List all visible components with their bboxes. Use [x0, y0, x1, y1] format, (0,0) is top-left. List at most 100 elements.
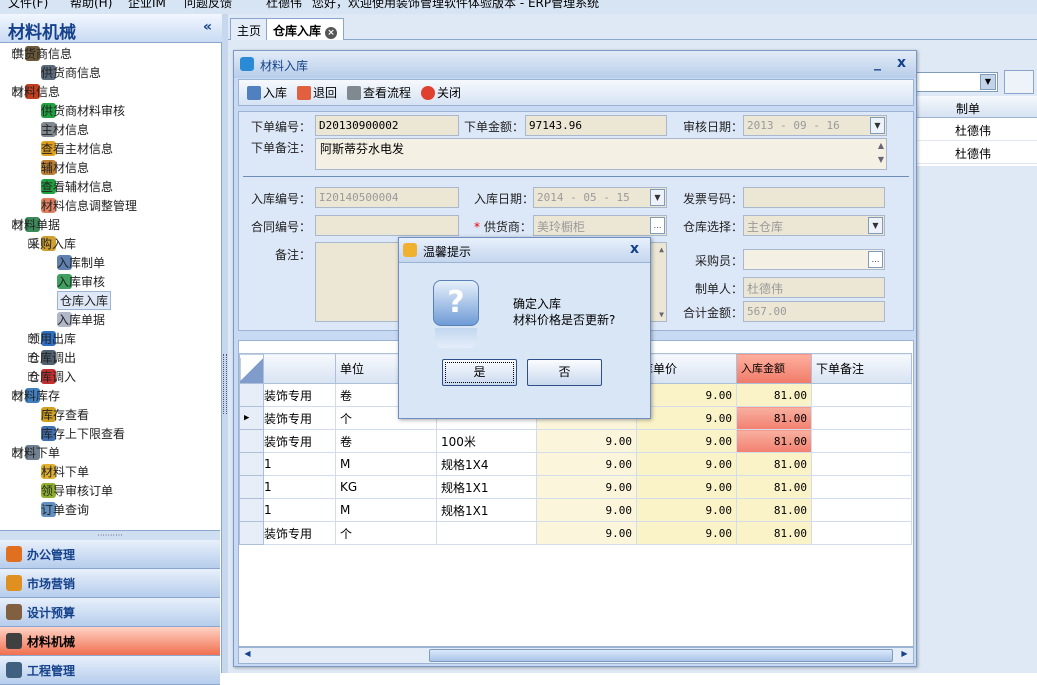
col-in-price[interactable]: 库单价	[636, 353, 737, 384]
tree-item[interactable]: − 材料下单	[12, 443, 60, 462]
invoice-field[interactable]	[743, 187, 885, 208]
tab-warehouse-in[interactable]: 仓库入库 ×	[266, 18, 345, 40]
tree-item[interactable]: 供货商材料审核	[41, 101, 125, 120]
cell-price[interactable]: 9.00	[536, 475, 637, 499]
col-in-amount[interactable]: 入库金额	[736, 353, 812, 384]
tree-item[interactable]: + 领用出库	[28, 329, 76, 348]
creator-field[interactable]: 杜德伟	[743, 277, 885, 298]
cell-spec[interactable]: 规格1X1	[436, 498, 537, 522]
cell-in-price[interactable]: 9.00	[636, 521, 737, 545]
cell-in-price[interactable]: 9.00	[636, 406, 737, 430]
cell-in-price[interactable]: 9.00	[636, 452, 737, 476]
ellipsis-icon[interactable]: …	[868, 251, 883, 268]
tree-item[interactable]: 仓库入库	[57, 291, 112, 310]
tree-item[interactable]: + 仓库调出	[28, 348, 76, 367]
cell-unit[interactable]: M	[335, 452, 437, 476]
window-close-button[interactable]: x	[897, 55, 906, 71]
chevron-down-icon[interactable]: ▼	[650, 189, 665, 206]
menu-help[interactable]: 帮助(H)	[70, 0, 112, 11]
cell-spec[interactable]: 规格1X1	[436, 475, 537, 499]
view-flow-button[interactable]: 查看流程	[347, 84, 411, 101]
cell-unit[interactable]: M	[335, 498, 437, 522]
row-indicator[interactable]	[239, 475, 264, 499]
tab-home[interactable]: 主页	[230, 18, 269, 40]
row-indicator[interactable]	[239, 521, 264, 545]
table-row[interactable]: 1 M 规格1X1 9.00 9.00 81.00	[239, 498, 912, 522]
cell-name[interactable]: 装饰专用	[263, 429, 336, 453]
cell-name[interactable]: 装饰专用	[263, 521, 336, 545]
no-button[interactable]: 否	[527, 359, 602, 386]
dialog-close-button[interactable]: x	[630, 241, 639, 257]
cell-remark[interactable]	[811, 475, 912, 499]
close-button[interactable]: 关闭	[421, 84, 461, 101]
tree-item[interactable]: 辅材信息	[41, 158, 89, 177]
table-row[interactable]: 1 M 规格1X4 9.00 9.00 81.00	[239, 452, 912, 476]
tree-item[interactable]: 主材信息	[41, 120, 89, 139]
cell-remark[interactable]	[811, 498, 912, 522]
in-date-picker[interactable]: 2014 - 05 - 15 ▼	[533, 187, 667, 208]
tree-item[interactable]: − 材料单据	[12, 215, 60, 234]
supplier-field[interactable]: 美玲橱柜…	[533, 215, 667, 236]
cell-unit[interactable]: KG	[335, 475, 437, 499]
cell-unit[interactable]: 个	[335, 521, 437, 545]
nav-splitter-handle[interactable]: ··········	[0, 530, 220, 540]
ellipsis-icon[interactable]: …	[650, 217, 665, 234]
cell-in-price[interactable]: 9.00	[636, 498, 737, 522]
inbound-button[interactable]: 入库	[247, 84, 287, 101]
tree-item[interactable]: 材料信息调整管理	[41, 196, 137, 215]
row-indicator[interactable]	[239, 498, 264, 522]
cell-in-price[interactable]: 9.00	[636, 475, 737, 499]
tree-item[interactable]: 订单查询	[41, 500, 89, 519]
cell-in-price[interactable]: 9.00	[636, 383, 737, 407]
row-indicator[interactable]	[239, 429, 264, 453]
cell-name[interactable]: 1	[263, 498, 336, 522]
scroll-arrows-icon[interactable]: ▲ ▼	[878, 139, 884, 167]
cell-amount[interactable]: 81.00	[736, 452, 812, 476]
scroll-up-icon[interactable]: ▲	[659, 245, 664, 254]
cell-name[interactable]: 装饰专用	[263, 383, 336, 407]
cell-amount[interactable]: 81.00	[736, 521, 812, 545]
cell-spec[interactable]: 规格1X4	[436, 452, 537, 476]
chevron-down-icon[interactable]: ▼	[870, 117, 885, 134]
tree-item[interactable]: 库存查看	[41, 405, 89, 424]
nav-section-button[interactable]: 设计预算	[0, 598, 220, 627]
tree-item[interactable]: − 供货商信息	[12, 44, 72, 63]
cell-name[interactable]: 装饰专用	[263, 406, 336, 430]
background-grid-row[interactable]: 杜德伟	[914, 118, 1037, 141]
dialog-titlebar[interactable]: 温馨提示 x	[399, 238, 650, 263]
cell-remark[interactable]	[811, 406, 912, 430]
tree-item[interactable]: 入库制单	[57, 253, 105, 272]
tree-item[interactable]: − 材料信息	[12, 82, 60, 101]
cell-in-price[interactable]: 9.00	[636, 429, 737, 453]
minimize-button[interactable]: _	[874, 55, 881, 71]
background-filter-dropdown[interactable]: ▼	[914, 72, 998, 92]
tree-item[interactable]: 供货商信息	[41, 63, 101, 82]
cell-amount[interactable]: 81.00	[736, 429, 812, 453]
total-field[interactable]: 567.00	[743, 301, 885, 322]
table-row[interactable]: 装饰专用卷 100米 9.00 9.00 81.00	[239, 429, 912, 453]
cell-unit[interactable]: 卷	[335, 429, 437, 453]
tree-item[interactable]: + 仓库调入	[28, 367, 76, 386]
row-indicator[interactable]	[239, 452, 264, 476]
cell-spec[interactable]: 100米	[436, 429, 537, 453]
order-no-field[interactable]: D20130900002	[315, 115, 459, 136]
cell-remark[interactable]	[811, 429, 912, 453]
cell-remark[interactable]	[811, 383, 912, 407]
cell-remark[interactable]	[811, 521, 912, 545]
cell-price[interactable]: 9.00	[536, 521, 637, 545]
nav-section-button[interactable]: 工程管理	[0, 656, 220, 685]
background-toolbar-button[interactable]	[1004, 70, 1034, 94]
col-order-remark[interactable]: 下单备注	[811, 353, 912, 384]
cell-amount[interactable]: 81.00	[736, 498, 812, 522]
col-name[interactable]	[263, 353, 336, 384]
menu-file[interactable]: 文件(F)	[8, 0, 48, 11]
cell-amount[interactable]: 81.00	[736, 406, 812, 430]
menu-feedback[interactable]: 问题反馈	[184, 0, 232, 11]
collapse-pane-button[interactable]: «	[203, 19, 212, 35]
horizontal-scrollbar[interactable]: ◀ ▶	[238, 647, 914, 664]
cell-price[interactable]: 9.00	[536, 452, 637, 476]
nav-section-button[interactable]: 材料机械	[0, 627, 220, 656]
order-remark-field[interactable]: 阿斯蒂芬水电发 ▲ ▼	[315, 138, 887, 170]
row-indicator[interactable]	[239, 383, 264, 407]
table-row[interactable]: 装饰专用个 9.00 9.00 81.00	[239, 521, 912, 545]
